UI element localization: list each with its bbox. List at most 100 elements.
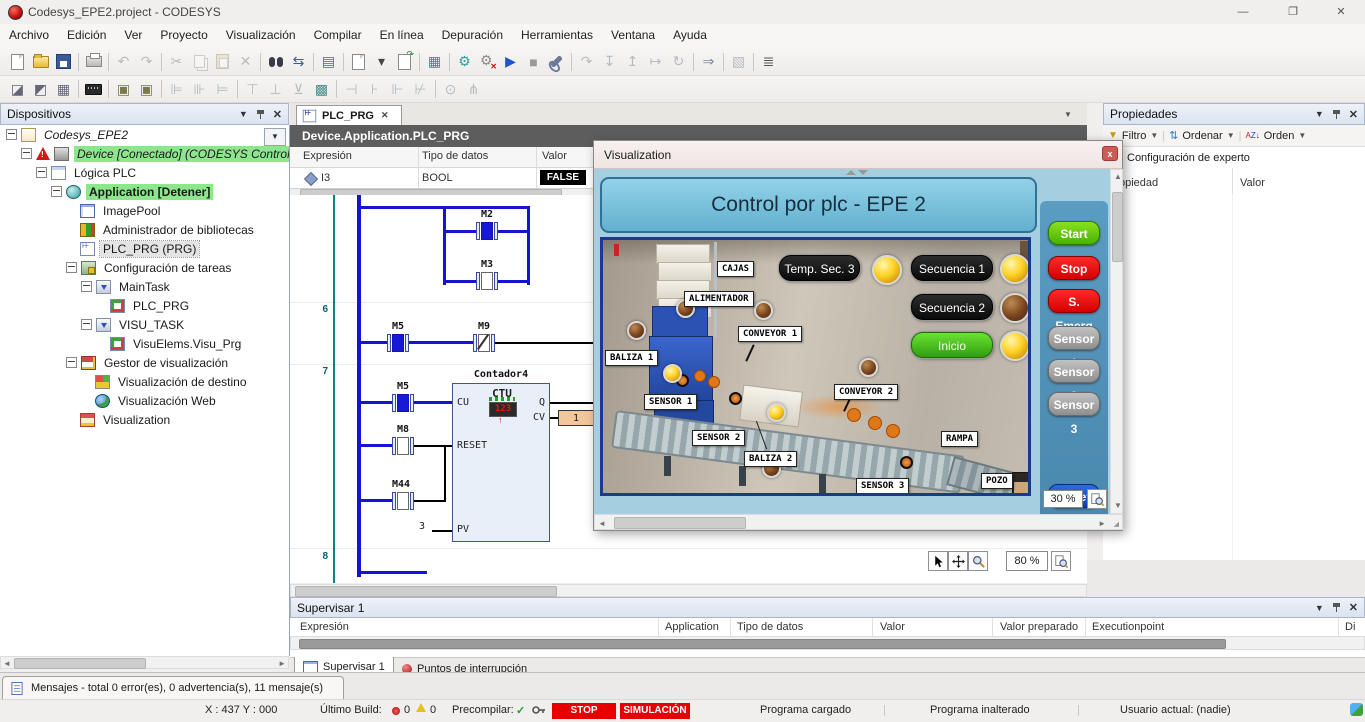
filter-button[interactable]: Filtro	[1122, 130, 1146, 142]
tree-item-imagepool[interactable]: ImagePool	[0, 201, 289, 220]
debug-tools-button[interactable]	[545, 51, 568, 73]
properties-close-icon[interactable]: ✕	[1349, 108, 1358, 121]
devices-hscrollbar[interactable]: ◄►	[0, 656, 289, 669]
scene-button-secuencia-2[interactable]: Secuencia 2	[911, 294, 993, 320]
menu-item-ventana[interactable]: Ventana	[602, 24, 664, 46]
sensor-3-button[interactable]: Sensor 3	[1048, 392, 1100, 416]
resize-grip[interactable]: ◢	[1114, 520, 1119, 528]
zoom-select-button[interactable]: ◩	[29, 78, 52, 100]
visualization-close-button[interactable]: x	[1102, 146, 1118, 161]
menu-item-archivo[interactable]: Archivo	[0, 24, 58, 46]
edit-pointer-button[interactable]: ◪	[6, 78, 29, 100]
browse-next-button[interactable]: ▣	[135, 78, 158, 100]
stop-button[interactable]: Stop	[1048, 256, 1100, 280]
contact-m44[interactable]	[392, 492, 414, 510]
menu-item-herramientas[interactable]: Herramientas	[512, 24, 602, 46]
editor-zoom-level[interactable]: 80 %	[1006, 551, 1048, 571]
expander-icon[interactable]	[36, 167, 47, 178]
editor-hscrollbar[interactable]	[290, 584, 1087, 597]
replace-button[interactable]: ⇆	[287, 51, 310, 73]
visualization-title-bar[interactable]: Visualization	[594, 141, 1122, 169]
new-file-button[interactable]	[6, 51, 29, 73]
supervision-hscrollbar[interactable]	[290, 636, 1365, 650]
tree-item-codesys-epe2[interactable]: Codesys_EPE2	[0, 125, 289, 144]
contact-m5b[interactable]	[392, 394, 414, 412]
contact-m9-negated[interactable]	[473, 334, 495, 352]
tree-item-application-detener[interactable]: Application [Detener]	[0, 182, 289, 201]
properties-dock-menu-icon[interactable]: ▼	[1315, 109, 1324, 119]
insert-box-catalog-button[interactable]: ▩	[310, 78, 333, 100]
editor-zoom-menu-button[interactable]	[1051, 551, 1071, 571]
viz-hscrollbar[interactable]: ◄► ◢	[594, 514, 1123, 530]
maximize-button[interactable]: ❐	[1278, 4, 1308, 20]
expander-icon[interactable]	[81, 281, 92, 292]
supervision-close-icon[interactable]: ✕	[1349, 601, 1358, 614]
close-button[interactable]: ✕	[1326, 4, 1356, 20]
messages-tab[interactable]: Mensajes - total 0 error(es), 0 adverten…	[2, 676, 344, 699]
logout-button[interactable]	[476, 51, 499, 73]
devices-pin-icon[interactable]	[256, 109, 265, 120]
pointer-tool-button[interactable]	[928, 551, 948, 571]
tree-item-visuelems-visu-prg[interactable]: VisuElems.Visu_Prg	[0, 334, 289, 353]
keyboard-button[interactable]	[82, 78, 105, 100]
tree-item-visualizaci-n-web[interactable]: Visualización Web	[0, 391, 289, 410]
supervision-dock-menu-icon[interactable]: ▼	[1315, 603, 1324, 613]
expander-icon[interactable]	[81, 319, 92, 330]
display-mode-button[interactable]: ≣	[757, 51, 780, 73]
print-button[interactable]	[82, 51, 105, 73]
menu-item-proyecto[interactable]: Proyecto	[151, 24, 216, 46]
open-file-button[interactable]	[29, 51, 52, 73]
tree-item-configuraci-n-de-tareas[interactable]: Configuración de tareas	[0, 258, 289, 277]
expander-icon[interactable]	[66, 357, 77, 368]
tab-overflow-dropdown-icon[interactable]: ▼	[1064, 110, 1072, 119]
device-combo-dropdown[interactable]: ▼	[264, 128, 286, 146]
tree-item-gestor-de-visualizaci-n[interactable]: Gestor de visualización	[0, 353, 289, 372]
browse-prev-button[interactable]: ▣	[112, 78, 135, 100]
s-emerg-button[interactable]: S. Emerg	[1048, 289, 1100, 313]
menu-item-en-l-nea[interactable]: En línea	[371, 24, 433, 46]
viz-vscrollbar[interactable]: ▲▼	[1110, 169, 1123, 514]
viz-zoom-button[interactable]	[1087, 489, 1107, 509]
tree-item-maintask[interactable]: MainTask	[0, 277, 289, 296]
add-object-button[interactable]	[393, 51, 416, 73]
start-button[interactable]: ▶	[499, 51, 522, 73]
devices-dock-menu-icon[interactable]: ▼	[239, 109, 248, 119]
tree-item-visualization[interactable]: Visualization	[0, 410, 289, 429]
tree-item-plc-prg-prg[interactable]: PLC_PRG (PRG)	[0, 239, 289, 258]
project-settings-button[interactable]: ▤	[317, 51, 340, 73]
devices-close-icon[interactable]: ✕	[273, 108, 282, 121]
sensor-1-button[interactable]: Sensor 1	[1048, 326, 1100, 350]
start-button[interactable]: Start	[1048, 221, 1100, 245]
menu-item-ver[interactable]: Ver	[115, 24, 151, 46]
menu-item-depuraci-n[interactable]: Depuración	[433, 24, 512, 46]
visualization-window[interactable]: Visualization x Control por plc - EPE 2	[593, 140, 1123, 531]
properties-pin-icon[interactable]	[1332, 109, 1341, 120]
tree-item-l-gica-plc[interactable]: Lógica PLC	[0, 163, 289, 182]
new-object-button[interactable]	[347, 51, 370, 73]
build-button[interactable]: ▦	[423, 51, 446, 73]
menu-item-visualizaci-n[interactable]: Visualización	[217, 24, 305, 46]
scene-button-temp-sec-3[interactable]: Temp. Sec. 3	[779, 255, 860, 281]
contact-m3[interactable]	[476, 272, 498, 290]
expander-icon[interactable]	[66, 262, 77, 273]
viz-zoom-level[interactable]: 30 %	[1043, 490, 1083, 508]
minimize-button[interactable]: —	[1228, 4, 1258, 20]
supervision-pin-icon[interactable]	[1332, 602, 1341, 613]
new-object-dropdown-button[interactable]: ▾	[370, 51, 393, 73]
splitter-up-icon[interactable]	[846, 170, 856, 175]
tree-item-visu-task[interactable]: VISU_TASK	[0, 315, 289, 334]
sort-button[interactable]: Ordenar	[1182, 130, 1222, 142]
tree-item-device-conectado-codesys-control-win[interactable]: Device [Conectado] (CODESYS Control Win	[0, 144, 289, 163]
scene-button-secuencia-1[interactable]: Secuencia 1	[911, 255, 993, 281]
expander-icon[interactable]	[51, 186, 62, 197]
tree-item-visualizaci-n-de-destino[interactable]: Visualización de destino	[0, 372, 289, 391]
zoom-tool-button[interactable]	[968, 551, 988, 571]
save-button[interactable]	[52, 51, 75, 73]
order-button[interactable]: Orden	[1264, 130, 1295, 142]
pan-tool-button[interactable]	[948, 551, 968, 571]
contact-m2[interactable]	[476, 222, 498, 240]
contact-m8[interactable]	[392, 437, 414, 455]
login-button[interactable]: ⚙	[453, 51, 476, 73]
expander-icon[interactable]	[21, 148, 32, 159]
tree-item-administrador-de-bibliotecas[interactable]: Administrador de bibliotecas	[0, 220, 289, 239]
